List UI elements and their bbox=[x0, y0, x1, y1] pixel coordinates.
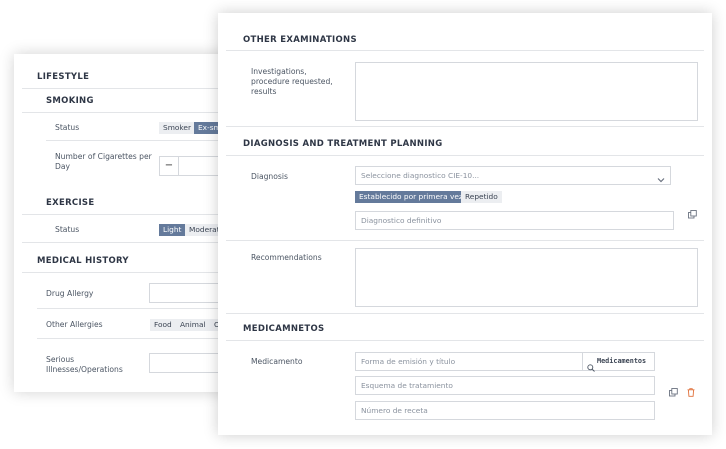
smoking-option-smoker[interactable]: Smoker bbox=[159, 122, 196, 134]
allergy-option-food[interactable]: Food bbox=[150, 319, 176, 331]
definitive-diagnosis-input[interactable]: Diagnostico definitivo bbox=[355, 211, 674, 230]
chevron-down-icon bbox=[656, 170, 666, 189]
investigations-label: Investigations, procedure requested, res… bbox=[251, 67, 333, 96]
exercise-option-light[interactable]: Light bbox=[159, 224, 186, 236]
allergy-option-animal[interactable]: Animal bbox=[176, 319, 210, 331]
other-examinations-title: OTHER EXAMINATIONS bbox=[243, 35, 357, 45]
smoking-title: SMOKING bbox=[46, 96, 94, 106]
diagnosis-select[interactable]: Seleccione diagnostico CIE-10... bbox=[355, 166, 671, 185]
medicamento-label: Medicamento bbox=[251, 357, 303, 366]
diagnosis-select-placeholder: Seleccione diagnostico CIE-10... bbox=[361, 171, 480, 180]
other-allergies-label: Other Allergies bbox=[46, 320, 103, 329]
drug-allergy-label: Drug Allergy bbox=[46, 289, 94, 298]
serious-illnesses-label: Serious Illnesses/Operations bbox=[46, 355, 123, 374]
copy-icon[interactable] bbox=[669, 382, 678, 401]
exercise-status-label: Status bbox=[55, 225, 80, 234]
medication-form-placeholder: Forma de emisión y título bbox=[361, 357, 456, 366]
search-icon bbox=[587, 357, 595, 376]
definitive-diagnosis-placeholder: Diagnostico definitivo bbox=[361, 216, 442, 225]
medication-form-input[interactable]: Forma de emisión y título bbox=[355, 352, 583, 371]
medicamentos-button-label: Medicamentos bbox=[597, 357, 647, 365]
cigarettes-label: Number of Cigarettes per Day bbox=[55, 152, 152, 171]
recipe-number-input[interactable]: Número de receta bbox=[355, 401, 655, 420]
diagnosis-type-repeated[interactable]: Repetido bbox=[461, 191, 502, 203]
lifestyle-title: LIFESTYLE bbox=[37, 72, 90, 82]
recipe-number-placeholder: Número de receta bbox=[361, 406, 428, 415]
medicamentos-search-button[interactable]: Medicamentos bbox=[582, 352, 655, 372]
diagnosis-planning-title: DIAGNOSIS AND TREATMENT PLANNING bbox=[243, 139, 443, 149]
lifestyle-panel: LIFESTYLE SMOKING Status Smoker Ex-sm Nu… bbox=[14, 54, 244, 392]
treatment-scheme-input[interactable]: Esquema de tratamiento bbox=[355, 376, 655, 395]
medical-history-title: MEDICAL HISTORY bbox=[37, 256, 129, 266]
diagnosis-label: Diagnosis bbox=[251, 172, 288, 181]
examination-panel: OTHER EXAMINATIONS Investigations, proce… bbox=[218, 13, 712, 435]
exercise-title: EXERCISE bbox=[46, 198, 95, 208]
diagnosis-type-first-time[interactable]: Establecido por primera vez bbox=[355, 191, 467, 203]
smoking-status-label: Status bbox=[55, 123, 80, 132]
investigations-textarea[interactable] bbox=[355, 62, 698, 121]
cigarettes-decrement-button[interactable]: − bbox=[159, 156, 179, 176]
medicamentos-title: MEDICAMNETOS bbox=[243, 324, 325, 334]
copy-icon[interactable] bbox=[688, 204, 697, 223]
trash-icon[interactable] bbox=[687, 382, 695, 401]
treatment-scheme-placeholder: Esquema de tratamiento bbox=[361, 381, 453, 390]
recommendations-textarea[interactable] bbox=[355, 248, 698, 307]
recommendations-label: Recommendations bbox=[251, 253, 322, 262]
